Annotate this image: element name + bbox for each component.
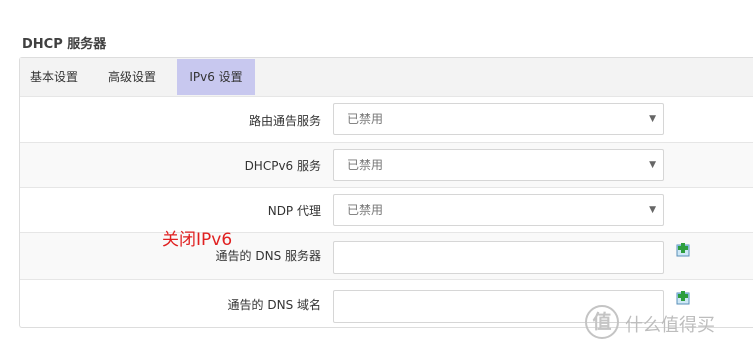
router-advertisement-select[interactable]: 已禁用 ▼: [333, 103, 664, 135]
dhcp-settings-panel: 基本设置 高级设置 IPv6 设置 路由通告服务 已禁用 ▼ DHCPv6 服务…: [19, 57, 753, 328]
form-row-dns-servers: 通告的 DNS 服务器: [20, 232, 753, 280]
ndp-proxy-value: 已禁用: [347, 203, 384, 217]
add-icon[interactable]: [676, 291, 690, 305]
ndp-proxy-select[interactable]: 已禁用 ▼: [333, 194, 664, 226]
dns-servers-input[interactable]: [333, 241, 664, 274]
dropdown-arrow-icon: ▼: [649, 205, 656, 215]
dhcpv6-service-select[interactable]: 已禁用 ▼: [333, 149, 664, 181]
annotation-text: 关闭IPv6: [162, 230, 233, 250]
add-icon[interactable]: [676, 243, 690, 257]
tab-advanced-settings[interactable]: 高级设置: [108, 59, 156, 95]
tab-ipv6-settings[interactable]: IPv6 设置: [177, 59, 255, 95]
dhcpv6-service-value: 已禁用: [347, 158, 384, 172]
tab-bar: 基本设置 高级设置 IPv6 设置: [20, 58, 753, 97]
ndp-proxy-label: NDP 代理: [267, 204, 321, 218]
dropdown-arrow-icon: ▼: [649, 160, 656, 170]
watermark-text: 什么值得买: [625, 315, 715, 336]
dns-domains-label: 通告的 DNS 域名: [227, 298, 321, 312]
tab-basic-settings[interactable]: 基本设置: [30, 59, 78, 95]
dropdown-arrow-icon: ▼: [649, 114, 656, 124]
dhcpv6-service-label: DHCPv6 服务: [244, 159, 321, 173]
section-title: DHCP 服务器: [22, 37, 107, 52]
router-advertisement-label: 路由通告服务: [248, 114, 321, 128]
form-row-dhcpv6-service: DHCPv6 服务 已禁用 ▼: [20, 142, 753, 188]
form-row-router-advertisement: 路由通告服务 已禁用 ▼: [20, 96, 753, 143]
watermark-logo-icon: 值: [585, 305, 619, 339]
form-row-ndp-proxy: NDP 代理 已禁用 ▼: [20, 187, 753, 233]
router-advertisement-value: 已禁用: [347, 112, 384, 126]
